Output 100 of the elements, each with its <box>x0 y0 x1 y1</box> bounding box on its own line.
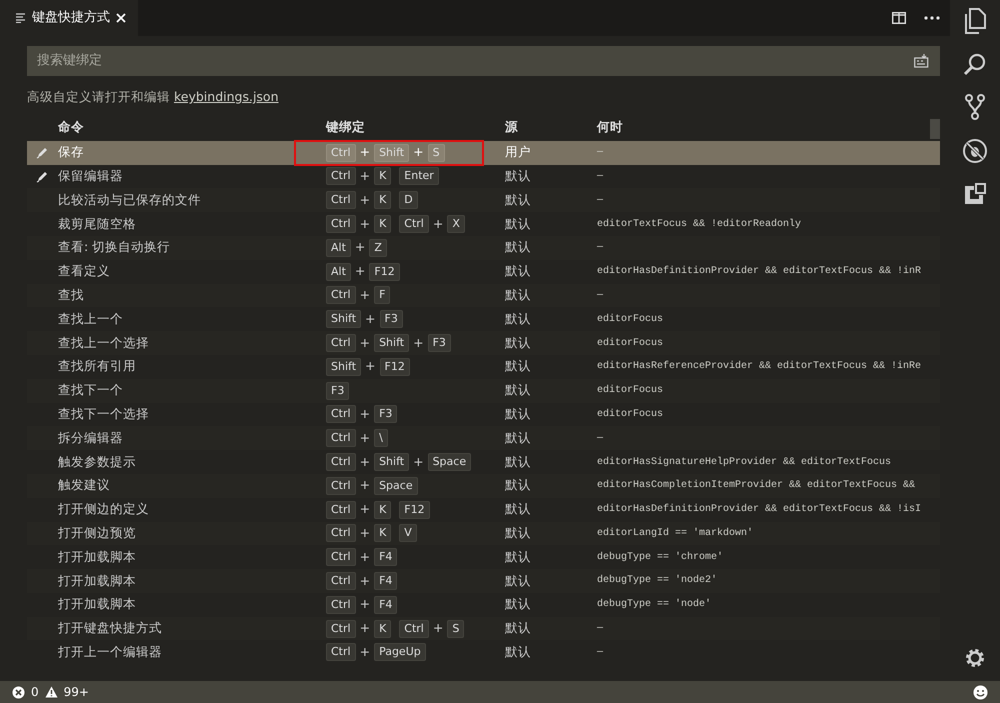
key-label: Ctrl <box>326 334 356 352</box>
column-header[interactable]: 命令 <box>58 118 326 138</box>
when-clause: — <box>597 288 604 303</box>
source-label: 默认 <box>505 524 532 542</box>
key-label: K <box>374 500 392 519</box>
when-clause: — <box>597 646 604 660</box>
table-row[interactable]: 裁剪尾随空格 Ctrl + K Ctrl + X 默认 editorTextFocus && !editorReadonly <box>27 212 940 236</box>
plus-sign: + <box>365 310 376 328</box>
command-name: 保存 <box>58 143 85 162</box>
when-clause: debugType == 'chrome' <box>597 550 724 565</box>
source-label: 默认 <box>505 572 532 590</box>
plus-sign: + <box>413 143 424 162</box>
key-label: F12 <box>380 358 410 376</box>
when-clause: — <box>597 432 604 446</box>
table-row[interactable]: 查找所有引用 Shift + F12 默认 editorHasReferenceProvider && editorTextFocus && !inRe <box>27 354 940 379</box>
more-icon[interactable] <box>924 16 940 20</box>
plus-sign: + <box>360 595 370 614</box>
table-row[interactable]: 打开加载脚本 Ctrl + F4 默认 debugType == 'node' <box>27 592 940 617</box>
when-clause: — <box>597 241 604 256</box>
keybindings-link[interactable]: keybindings.json <box>174 89 279 104</box>
warning-icon[interactable] <box>44 686 58 698</box>
table-row[interactable]: 保留编辑器 Ctrl + K Enter 默认 — <box>27 164 940 188</box>
table-row[interactable]: 查看定义 Alt + F12 默认 editorHasDefinitionProvider && editorTextFocus && !inR <box>27 260 940 284</box>
close-icon[interactable] <box>116 13 126 23</box>
branch-icon[interactable] <box>965 94 985 120</box>
table-row[interactable]: 保存 Ctrl + Shift + S 用户 — <box>27 140 940 165</box>
record-keys-icon[interactable] <box>914 54 930 68</box>
column-header[interactable]: 源 <box>505 118 597 138</box>
when-clause: — <box>597 194 604 208</box>
source-label: 默认 <box>505 405 532 424</box>
source-label: 默认 <box>505 238 532 256</box>
source-label: 默认 <box>505 595 532 614</box>
key-label: Ctrl <box>326 620 356 638</box>
command-name: 裁剪尾随空格 <box>58 214 137 233</box>
source-label: 默认 <box>505 619 532 638</box>
command-name: 查找上一个 <box>58 310 124 328</box>
command-name: 查找 <box>58 286 85 304</box>
extensions-icon[interactable] <box>963 182 987 206</box>
table-row[interactable]: 查找上一个 Shift + F3 默认 editorFocus <box>27 307 940 332</box>
scrollbar-thumb[interactable] <box>930 118 940 139</box>
plus-sign: + <box>360 524 370 542</box>
key-label: Ctrl <box>326 429 356 448</box>
key-label: Ctrl <box>326 215 356 234</box>
key-label: Alt <box>326 238 351 257</box>
search-field[interactable]: 搜索键绑定 <box>27 46 940 76</box>
hint-text: 高级自定义请打开和编辑 <box>27 89 171 104</box>
when-clause: — <box>597 146 604 160</box>
smiley-icon[interactable] <box>973 684 988 700</box>
key-label: Z <box>369 238 387 257</box>
table-row[interactable]: 打开侧边的定义 Ctrl + K F12 默认 editorHasDefinitionProvider && editorTextFocus && !isI <box>27 498 940 522</box>
pencil-icon[interactable] <box>36 170 49 183</box>
source-label: 默认 <box>505 190 532 209</box>
key-label: Space <box>428 453 472 471</box>
command-name: 打开键盘快捷方式 <box>58 619 163 638</box>
command-name: 查找下一个选择 <box>58 405 150 424</box>
table-row[interactable]: 打开加载脚本 Ctrl + F4 默认 debugType == 'chrome' <box>27 545 940 570</box>
key-label: F12 <box>399 500 430 519</box>
key-label: K <box>374 215 392 234</box>
key-label: Ctrl <box>326 191 356 210</box>
key-label: F4 <box>374 548 398 566</box>
table-row[interactable]: 查找下一个选择 Ctrl + F3 默认 editorFocus <box>27 402 940 426</box>
source-label: 默认 <box>505 286 532 304</box>
key-label: F12 <box>369 262 400 281</box>
command-name: 查找下一个 <box>58 381 124 400</box>
command-name: 打开侧边预览 <box>58 524 137 542</box>
column-header[interactable]: 键绑定 <box>326 116 505 140</box>
bug-slash-icon[interactable] <box>962 138 988 164</box>
error-icon[interactable] <box>12 686 25 698</box>
when-clause: debugType == 'node2' <box>597 574 718 588</box>
plus-sign: + <box>360 476 370 494</box>
search-icon[interactable] <box>963 52 987 76</box>
key-label: Ctrl <box>326 405 356 424</box>
source-label: 默认 <box>505 548 532 566</box>
plus-sign: + <box>432 214 444 233</box>
plus-sign: + <box>354 262 366 280</box>
plus-sign: + <box>360 428 370 447</box>
table-row[interactable]: 触发参数提示 Ctrl + Shift + Space 默认 editorHasSignatureHelpProvider && editorTextFocus <box>27 450 940 474</box>
source-label: 默认 <box>505 452 532 471</box>
settings-icon[interactable] <box>964 647 986 669</box>
plus-sign: + <box>413 452 424 471</box>
tab-title: 键盘快捷方式 <box>32 9 110 28</box>
plus-sign: + <box>360 334 370 352</box>
source-label: 默认 <box>505 357 532 376</box>
plus-sign: + <box>354 238 366 256</box>
command-name: 查找上一个选择 <box>58 334 150 352</box>
plus-sign: + <box>360 500 370 518</box>
editor-tab[interactable]: 键盘快捷方式 <box>0 0 138 36</box>
warning-count[interactable]: 99+ <box>64 683 89 701</box>
files-icon[interactable] <box>963 8 987 34</box>
key-label: Ctrl <box>326 476 356 495</box>
key-label: X <box>447 215 465 234</box>
key-label: Shift <box>326 310 362 328</box>
error-count[interactable]: 0 <box>31 683 39 701</box>
split-editor-icon[interactable] <box>892 12 906 24</box>
when-clause: — <box>597 170 604 184</box>
when-clause: editorHasDefinitionProvider && editorTextFocus && !inR <box>597 264 922 280</box>
key-label: Shift <box>374 144 410 162</box>
column-header[interactable]: 何时 <box>597 118 926 138</box>
table-row[interactable]: 打开上一个编辑器 Ctrl + PageUp 默认 — <box>27 640 940 664</box>
when-clause: editorHasDefinitionProvider && editorTextFocus && !isI <box>597 502 922 518</box>
